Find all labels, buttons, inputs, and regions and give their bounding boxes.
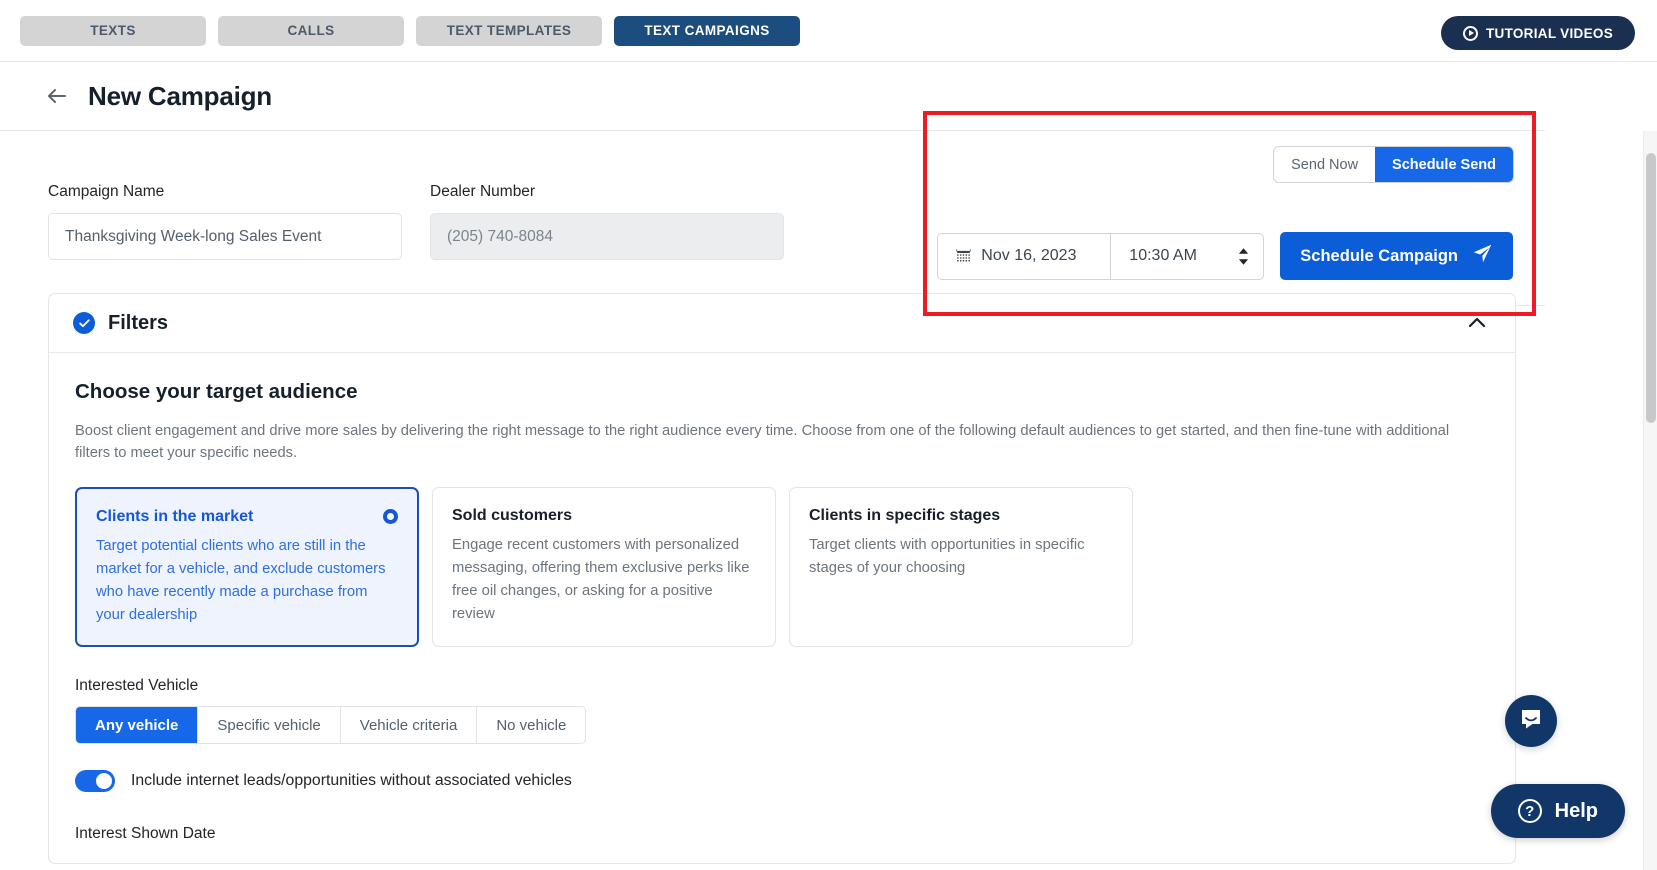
vehicle-option-vehicle-criteria[interactable]: Vehicle criteria <box>340 707 478 743</box>
radio-selected-icon[interactable] <box>383 509 398 524</box>
campaign-name-field-group: Campaign Name <box>48 183 402 260</box>
audience-card-title: Sold customers <box>452 507 573 524</box>
tutorial-videos-button[interactable]: TUTORIAL VIDEOS <box>1440 16 1635 50</box>
chat-launcher-button[interactable] <box>1505 695 1557 747</box>
play-icon <box>1462 25 1478 41</box>
page-scrollbar-track[interactable] <box>1643 131 1657 870</box>
arrow-left-icon[interactable] <box>44 83 70 109</box>
nav-tabs: TEXTS CALLS TEXT TEMPLATES TEXT CAMPAIGN… <box>20 15 800 46</box>
audience-card-title: Clients in specific stages <box>809 507 1001 524</box>
campaign-name-input[interactable] <box>48 213 402 260</box>
time-value: 10:30 AM <box>1129 247 1197 264</box>
send-mode-toggle-group: Send Now Schedule Send <box>1274 147 1513 182</box>
audience-card-clients-in-specific-stages[interactable]: Clients in specific stages Target client… <box>789 487 1133 647</box>
audience-card-description: Target potential clients who are still i… <box>96 538 386 623</box>
vehicle-option-any-vehicle[interactable]: Any vehicle <box>76 707 199 743</box>
schedule-send-button[interactable]: Schedule Send <box>1375 147 1513 182</box>
schedule-campaign-button[interactable]: Schedule Campaign <box>1280 232 1513 280</box>
schedule-datetime-row: Nov 16, 2023 10:30 AM Schedule Campaign <box>937 232 1513 280</box>
schedule-panel: Send Now Schedule Send Nov 16, 2023 10:3… <box>925 131 1545 306</box>
tutorial-videos-label: TUTORIAL VIDEOS <box>1485 25 1613 41</box>
date-value: Nov 16, 2023 <box>981 247 1077 264</box>
audience-card-list: Clients in the market Target potential c… <box>75 487 1489 647</box>
filters-card-body: Choose your target audience Boost client… <box>49 353 1515 863</box>
filters-card-header[interactable]: Filters <box>49 294 1515 353</box>
target-audience-heading: Choose your target audience <box>75 380 358 403</box>
chat-bubble-icon <box>1517 705 1545 738</box>
filters-card: Filters Choose your target audience Boos… <box>48 293 1516 864</box>
audience-card-description: Engage recent customers with personalize… <box>452 537 750 622</box>
tab-text-campaigns[interactable]: TEXT CAMPAIGNS <box>614 15 800 46</box>
tab-calls[interactable]: CALLS <box>218 15 404 46</box>
dealer-number-field-group: Dealer Number <box>430 183 784 260</box>
interested-vehicle-label: Interested Vehicle <box>75 677 199 694</box>
page-title: New Campaign <box>88 80 272 111</box>
top-navigation-bar: TEXTS CALLS TEXT TEMPLATES TEXT CAMPAIGN… <box>0 0 1657 62</box>
audience-card-clients-in-the-market[interactable]: Clients in the market Target potential c… <box>75 487 419 647</box>
page-scrollbar-thumb[interactable] <box>1646 153 1656 423</box>
audience-card-description: Target clients with opportunities in spe… <box>809 537 1085 576</box>
campaign-form-row: Campaign Name Dealer Number <box>48 183 784 260</box>
calendar-icon <box>955 248 972 265</box>
vehicle-option-no-vehicle[interactable]: No vehicle <box>477 707 586 743</box>
datetime-picker-group: Nov 16, 2023 10:30 AM <box>937 232 1265 280</box>
tab-text-templates[interactable]: TEXT TEMPLATES <box>416 15 602 46</box>
interested-vehicle-button-group: Any vehicle Specific vehicle Vehicle cri… <box>75 706 587 744</box>
up-down-stepper-icon <box>1238 247 1249 265</box>
time-picker[interactable]: 10:30 AM <box>1111 234 1263 279</box>
chevron-up-icon[interactable] <box>1465 311 1489 335</box>
vehicle-option-specific-vehicle[interactable]: Specific vehicle <box>198 707 341 743</box>
include-internet-leads-toggle[interactable] <box>75 770 115 792</box>
campaign-name-label: Campaign Name <box>48 183 165 200</box>
include-internet-leads-row: Include internet leads/opportunities wit… <box>75 770 1489 792</box>
audience-card-sold-customers[interactable]: Sold customers Engage recent customers w… <box>432 487 776 647</box>
tab-texts[interactable]: TEXTS <box>20 15 206 46</box>
check-icon <box>73 312 95 334</box>
help-button[interactable]: ? Help <box>1490 784 1625 838</box>
help-label: Help <box>1554 799 1598 822</box>
filters-title: Filters <box>108 311 169 334</box>
dealer-number-input <box>430 213 784 260</box>
include-internet-leads-label: Include internet leads/opportunities wit… <box>131 772 572 789</box>
send-now-button[interactable]: Send Now <box>1274 147 1376 182</box>
app-root: TEXTS CALLS TEXT TEMPLATES TEXT CAMPAIGN… <box>0 0 1657 870</box>
paper-plane-icon <box>1472 243 1493 269</box>
question-circle-icon: ? <box>1517 799 1542 823</box>
dealer-number-label: Dealer Number <box>430 183 536 200</box>
target-audience-description: Boost client engagement and drive more s… <box>75 423 1450 461</box>
filters-header-left: Filters <box>73 312 168 335</box>
audience-card-title: Clients in the market <box>96 508 254 525</box>
date-picker[interactable]: Nov 16, 2023 <box>938 233 1112 279</box>
page-header: New Campaign <box>0 62 1545 131</box>
interest-shown-date-label: Interest Shown Date <box>75 825 216 842</box>
schedule-campaign-label: Schedule Campaign <box>1300 246 1458 265</box>
